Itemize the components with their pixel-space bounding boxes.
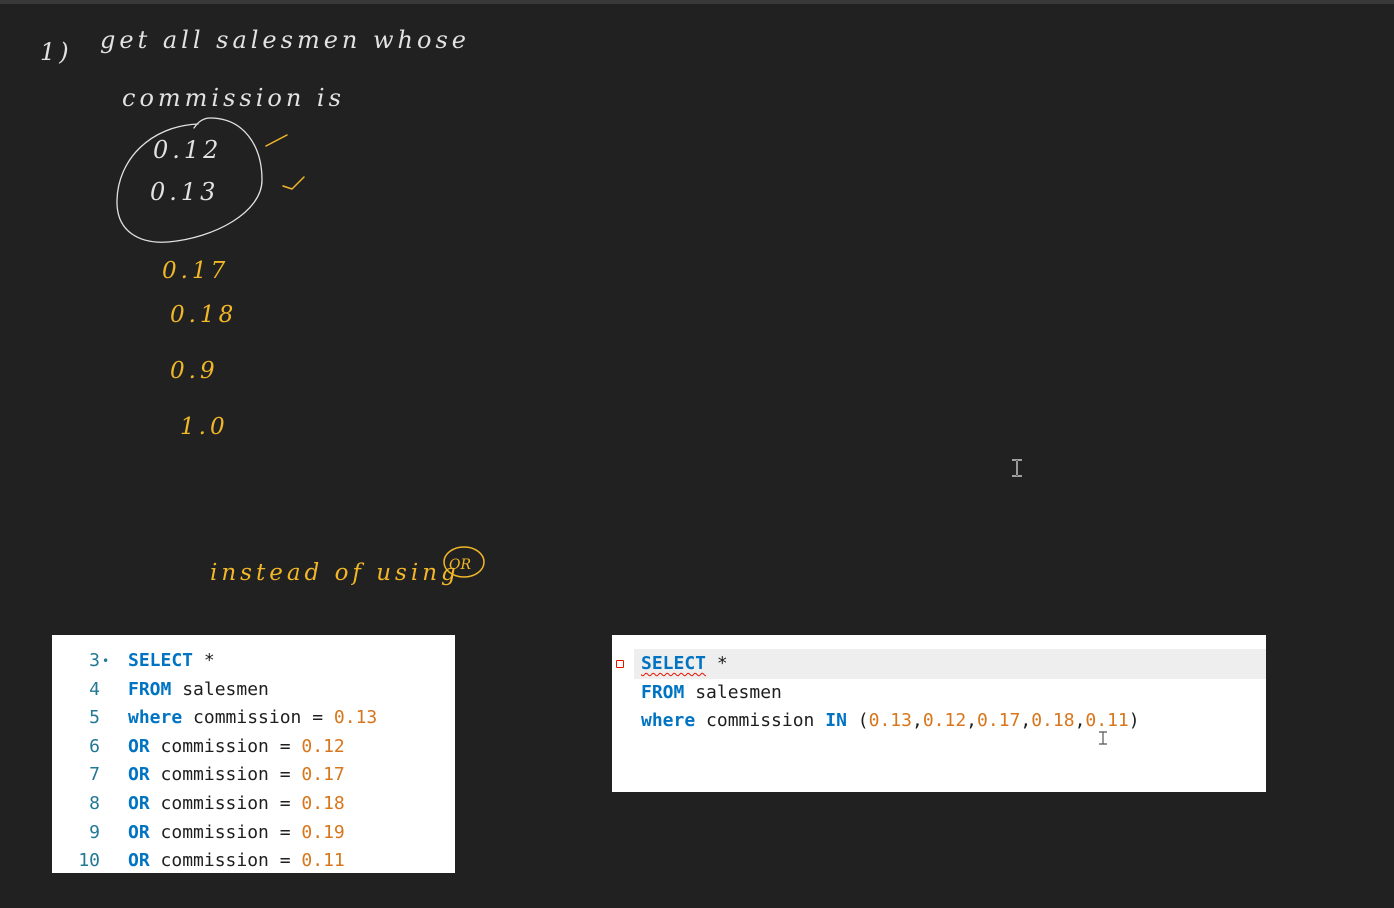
sql-text: commission = [149,735,302,757]
sql-text: , [1020,710,1032,732]
line-number: 6 [89,735,100,757]
line-number: 5 [89,707,100,729]
code-line[interactable]: 7 OR commission = 0.17 [52,761,455,789]
sql-number: 0.12 [301,735,345,757]
sql-number: 0.13 [868,710,912,732]
sql-text: ) [1128,710,1140,732]
code-line[interactable]: SELECT * [612,650,1266,678]
code-content: SELECT * [641,650,728,678]
whiteboard-canvas[interactable]: 1) get all salesmen whose commission is … [0,0,1394,620]
sql-text: commission = [182,707,334,729]
sql-text: salesmen [684,681,782,703]
sql-keyword: FROM [128,678,172,700]
value-0-18: 0.18 [170,302,237,328]
code-line[interactable]: 8 OR commission = 0.18 [52,790,455,818]
code-content: OR commission = 0.18 [128,790,345,818]
sql-editor-in-version[interactable]: SELECT * FROM salesmen where commission IN… [612,635,1266,792]
code-content: FROM salesmen [641,679,782,707]
sql-number: 0.11 [301,850,345,872]
sql-number: 0.12 [922,710,967,732]
code-content: FROM salesmen [128,676,269,704]
code-content: OR commission = 0.12 [128,733,345,761]
value-0-13: 0.13 [150,178,219,206]
text-cursor-icon [1012,459,1022,477]
sql-keyword: where [128,707,183,729]
line-number: 4 [89,678,100,700]
code-content: OR commission = 0.19 [128,819,345,847]
code-content: where commission IN (0.13,0.12,0.17,0.18… [641,707,1140,735]
sql-keyword: OR [128,821,150,843]
line-number: 8 [89,793,100,814]
sql-text: commission = [149,793,302,814]
sql-keyword: OR [128,793,150,814]
sql-number: 0.17 [977,710,1021,732]
item-number: 1) [40,38,73,66]
value-0-12: 0.12 [153,136,222,164]
sql-text: commission = [149,850,302,872]
sql-text: ( [846,710,869,732]
sql-keyword: SELECT [128,650,194,671]
value-1-0: 1.0 [180,414,229,440]
sql-keyword: OR [128,850,150,872]
text-cursor-icon [1099,731,1107,745]
check-mark-icon [265,134,288,147]
sql-text: * [193,650,215,671]
sql-keyword: OR [128,735,150,757]
code-line[interactable]: 4 FROM salesmen [52,676,455,704]
sql-text: commission = [149,764,302,786]
handwritten-note: instead of using [210,560,460,586]
code-line[interactable]: 10 OR commission = 0.11 [52,847,455,873]
sql-number: 0.18 [1031,710,1075,732]
sql-text: , [966,710,978,732]
sql-keyword: OR [128,764,150,786]
sql-number: 0.13 [333,707,378,729]
line-number: 3 [89,650,100,671]
sql-keyword: SELECT [641,653,707,674]
line-number: 10 [78,850,100,872]
sql-text: * [706,653,728,674]
sql-number: 0.18 [301,793,345,814]
sql-keyword: where [641,710,696,732]
code-content: where commission = 0.13 [128,704,377,732]
sql-keyword: FROM [641,681,685,703]
code-line[interactable]: 6 OR commission = 0.12 [52,733,455,761]
code-content: SELECT * [128,647,215,675]
sql-text: , [911,710,923,732]
sql-number: 0.17 [301,764,345,786]
code-content: OR commission = 0.17 [128,761,345,789]
code-line[interactable]: 9 OR commission = 0.19 [52,819,455,847]
handwritten-line-2: commission is [122,84,345,112]
line-number: 9 [89,821,100,843]
handwritten-line-1: get all salesmen whose [100,26,470,54]
sql-text: commission = [149,821,302,843]
code-line[interactable]: where commission IN (0.13,0.12,0.17,0.18… [612,707,1266,735]
sql-text: salesmen [171,678,269,700]
line-number: 2 [88,635,98,638]
code-content: OR commission = 0.11 [128,847,345,873]
sql-text: , [1074,710,1086,732]
code-line[interactable]: 5 where commission = 0.13 [52,704,455,732]
value-0-9: 0.9 [170,358,219,384]
sql-editor-or-version[interactable]: 2 3• SELECT * 4 FROM salesmen 5 where commiss… [52,635,455,873]
fold-bullet-icon[interactable]: • [102,647,109,675]
sql-number: 0.11 [1085,710,1129,732]
code-line[interactable]: 3 • SELECT * [52,647,455,675]
value-0-17: 0.17 [162,258,229,284]
sql-keyword: IN [825,710,847,732]
check-mark-icon [282,176,305,190]
sql-text: commission [695,710,826,732]
code-line[interactable]: FROM salesmen [612,679,1266,707]
circled-or-text: OR [449,557,471,573]
line-number: 7 [89,764,100,786]
sql-number: 0.19 [301,821,345,843]
